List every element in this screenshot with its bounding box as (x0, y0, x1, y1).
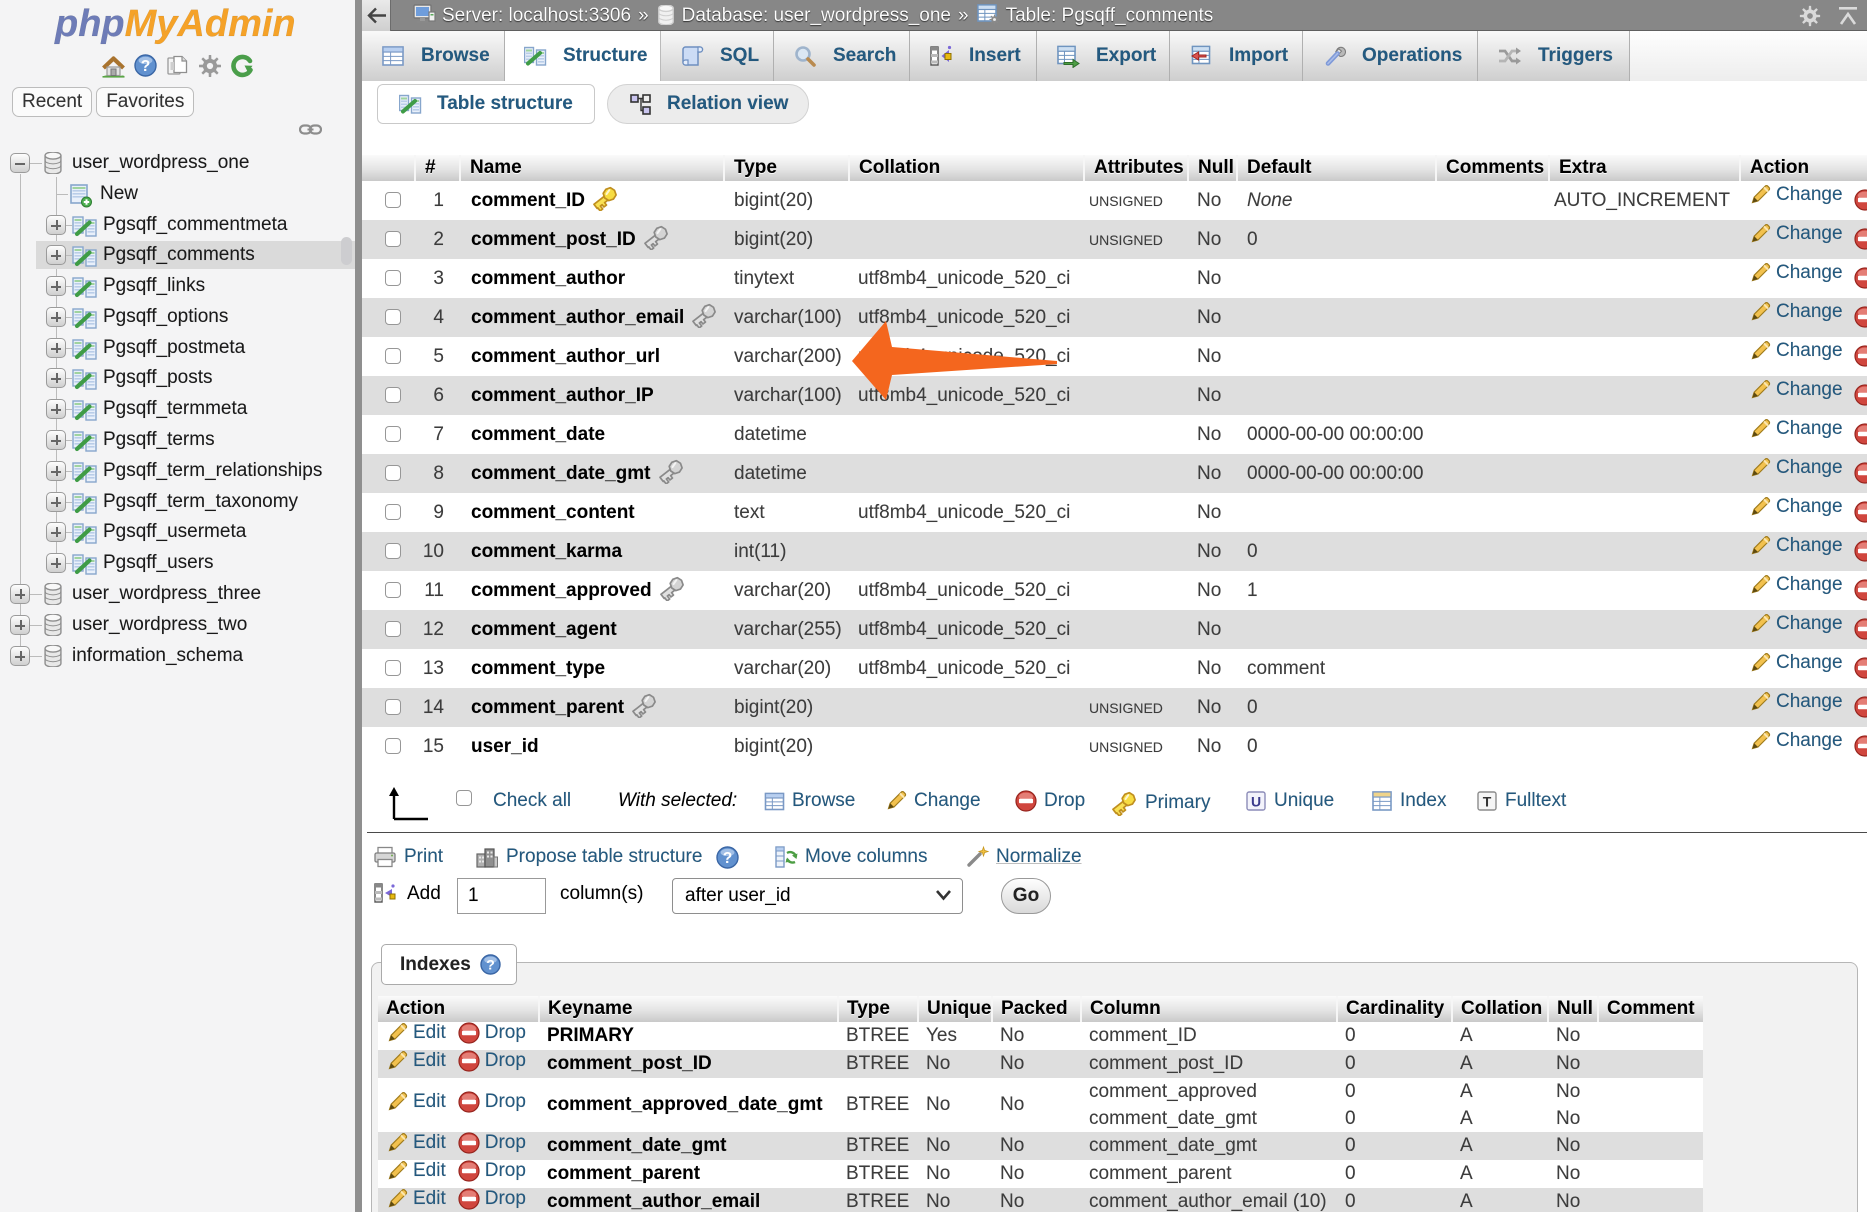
svg-text:?: ? (723, 849, 733, 866)
svg-text:U: U (1251, 794, 1261, 810)
svg-text:?: ? (486, 957, 495, 973)
svg-text:?: ? (141, 58, 151, 75)
svg-text:T: T (1483, 794, 1492, 810)
